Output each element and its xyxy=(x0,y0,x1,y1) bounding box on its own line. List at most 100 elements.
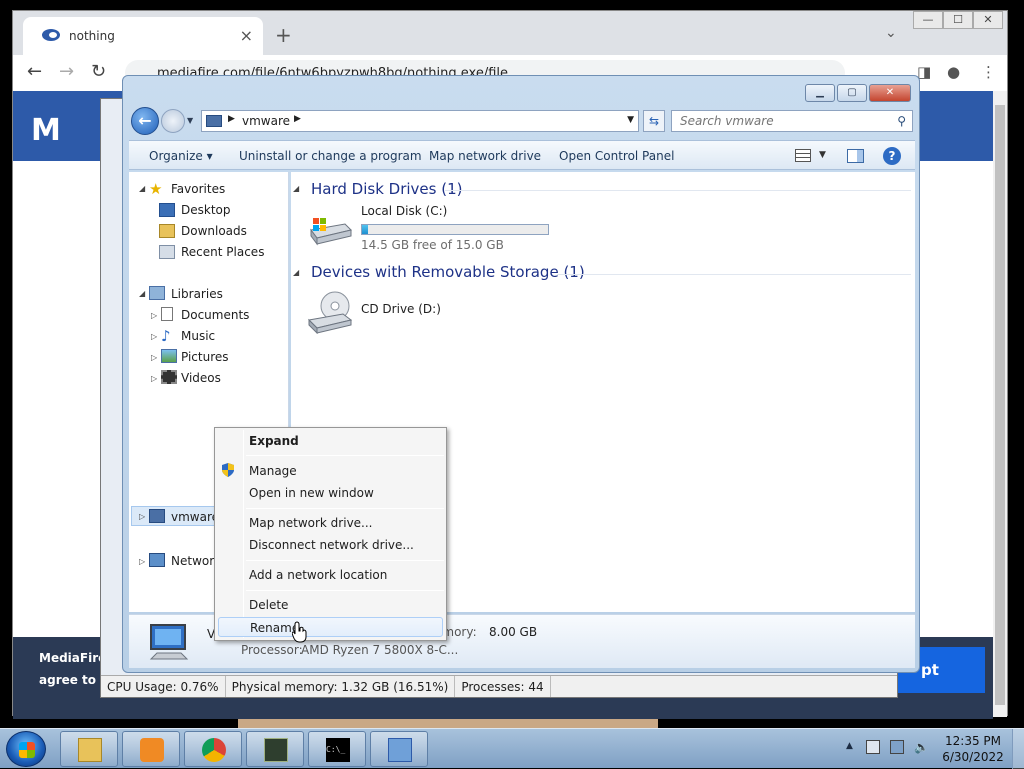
menu-item-delete[interactable]: Delete xyxy=(218,595,443,615)
new-tab-button[interactable]: + xyxy=(275,23,292,47)
menu-icon[interactable]: ⋮ xyxy=(981,63,996,81)
scrollbar-thumb[interactable] xyxy=(995,105,1005,705)
taskbar-chrome[interactable] xyxy=(184,731,242,767)
taskbar-explorer[interactable] xyxy=(60,731,118,767)
expand-arrow-icon[interactable]: ▷ xyxy=(151,353,157,362)
drive-c-usage-fill xyxy=(362,225,369,234)
nav-vmware[interactable]: vmware xyxy=(171,510,219,524)
nav-downloads[interactable]: Downloads xyxy=(181,224,247,238)
nav-pictures[interactable]: Pictures xyxy=(181,350,229,364)
explorer-window-controls: ▁ ▢ ✕ xyxy=(803,84,911,102)
profile-icon[interactable]: ● xyxy=(947,63,960,81)
mediafire-logo[interactable]: M xyxy=(31,113,61,148)
group-divider xyxy=(445,190,911,191)
help-icon[interactable]: ? xyxy=(883,147,901,165)
drive-c-usage-bar xyxy=(361,224,549,235)
recent-pages-icon[interactable]: ▼ xyxy=(187,116,193,125)
action-center-icon[interactable] xyxy=(866,740,880,754)
view-dropdown-icon[interactable]: ▼ xyxy=(819,150,826,160)
forward-button[interactable]: → xyxy=(59,61,74,82)
clock-date: 6/30/2022 xyxy=(942,750,1004,764)
system-clock[interactable]: 12:35 PM 6/30/2022 xyxy=(940,733,1006,765)
volume-icon[interactable]: 🔈 xyxy=(914,740,929,754)
explorer-maximize-button[interactable]: ▢ xyxy=(837,84,867,102)
back-button[interactable]: ← xyxy=(27,61,42,82)
network-tray-icon[interactable] xyxy=(890,740,904,754)
show-desktop-button[interactable] xyxy=(1012,729,1024,769)
drive-d-name[interactable]: CD Drive (D:) xyxy=(361,302,441,316)
chrome-minimize-button[interactable]: — xyxy=(913,11,943,29)
expand-arrow-icon[interactable]: ▷ xyxy=(151,374,157,383)
chrome-close-button[interactable]: ✕ xyxy=(973,11,1003,29)
menu-item-map-network-drive[interactable]: Map network drive... xyxy=(218,513,443,533)
expand-arrow-icon[interactable]: ▷ xyxy=(139,557,145,566)
back-button[interactable]: ← xyxy=(131,107,159,135)
folder-icon xyxy=(78,738,102,762)
nav-desktop[interactable]: Desktop xyxy=(181,203,231,217)
chrome-tab[interactable]: nothing × xyxy=(23,17,263,55)
open-control-panel-button[interactable]: Open Control Panel xyxy=(559,149,674,163)
installer-icon xyxy=(388,738,412,762)
search-input[interactable] xyxy=(678,112,878,130)
menu-item-manage[interactable]: Manage xyxy=(218,461,443,481)
expand-arrow-icon[interactable]: ▷ xyxy=(151,311,157,320)
menu-item-add-network-location[interactable]: Add a network location xyxy=(218,565,443,585)
start-button[interactable] xyxy=(6,731,46,767)
menu-separator xyxy=(246,508,444,509)
collapse-group-icon[interactable]: ◢ xyxy=(293,184,299,193)
menu-item-expand[interactable]: Expand xyxy=(218,431,443,451)
nav-favorites[interactable]: Favorites xyxy=(171,182,225,196)
organize-button[interactable]: Organize ▾ xyxy=(149,149,213,163)
recent-places-icon xyxy=(159,245,175,259)
address-dropdown-icon[interactable]: ▼ xyxy=(627,115,634,125)
breadcrumb-chevron-icon[interactable]: ▶ xyxy=(228,114,235,124)
tab-close-icon[interactable]: × xyxy=(240,26,253,45)
nav-libraries[interactable]: Libraries xyxy=(171,287,223,301)
tab-search-icon[interactable]: ⌄ xyxy=(885,25,897,41)
show-hidden-icons[interactable]: ▲ xyxy=(846,741,853,751)
taskbar-media-player[interactable] xyxy=(122,731,180,767)
collapse-arrow-icon[interactable]: ◢ xyxy=(139,184,145,193)
taskbar-installer[interactable] xyxy=(370,731,428,767)
explorer-minimize-button[interactable]: ▁ xyxy=(805,84,835,102)
nav-music[interactable]: Music xyxy=(181,329,215,343)
preview-pane-icon[interactable] xyxy=(847,149,864,163)
chrome-maximize-button[interactable]: ☐ xyxy=(943,11,973,29)
menu-item-open-new-window[interactable]: Open in new window xyxy=(218,483,443,503)
expand-arrow-icon[interactable]: ▷ xyxy=(139,512,145,521)
breadcrumb-vmware[interactable]: vmware xyxy=(242,114,290,128)
search-icon[interactable]: ⚲ xyxy=(897,114,906,128)
refresh-button[interactable]: ⇆ xyxy=(643,110,665,132)
drive-c-name[interactable]: Local Disk (C:) xyxy=(361,204,447,218)
uninstall-program-button[interactable]: Uninstall or change a program xyxy=(239,149,422,163)
taskbar-command-prompt[interactable]: C:\_ xyxy=(308,731,366,767)
menu-item-disconnect-network-drive[interactable]: Disconnect network drive... xyxy=(218,535,443,555)
computer-icon xyxy=(206,115,222,127)
search-box[interactable]: ⚲ xyxy=(671,110,913,132)
page-scrollbar[interactable] xyxy=(993,91,1007,717)
taskbar-task-manager[interactable] xyxy=(246,731,304,767)
collapse-arrow-icon[interactable]: ◢ xyxy=(139,289,145,298)
menu-separator xyxy=(246,455,444,456)
music-icon: ♪ xyxy=(161,327,171,345)
collapse-group-icon[interactable]: ◢ xyxy=(293,268,299,277)
tab-title: nothing xyxy=(69,29,115,43)
map-network-drive-button[interactable]: Map network drive xyxy=(429,149,541,163)
change-view-icon[interactable] xyxy=(795,149,811,162)
nav-recent-places[interactable]: Recent Places xyxy=(181,245,264,259)
address-bar[interactable]: ▶ vmware ▶ ▼ xyxy=(201,110,639,132)
group-removable-storage[interactable]: Devices with Removable Storage (1) xyxy=(311,263,585,281)
group-hard-disk-drives[interactable]: Hard Disk Drives (1) xyxy=(311,180,462,198)
nav-videos[interactable]: Videos xyxy=(181,371,221,385)
videos-icon xyxy=(161,370,177,384)
menu-separator xyxy=(246,590,444,591)
breadcrumb-chevron-icon[interactable]: ▶ xyxy=(294,114,301,124)
reload-button[interactable]: ↻ xyxy=(91,61,106,82)
expand-arrow-icon[interactable]: ▷ xyxy=(151,332,157,341)
menu-item-rename[interactable]: Rename xyxy=(218,617,443,637)
forward-button[interactable] xyxy=(161,109,185,133)
nav-documents[interactable]: Documents xyxy=(181,308,249,322)
explorer-close-button[interactable]: ✕ xyxy=(869,84,911,102)
windows-logo-icon xyxy=(19,742,35,758)
details-memory-value: 8.00 GB xyxy=(489,625,538,639)
